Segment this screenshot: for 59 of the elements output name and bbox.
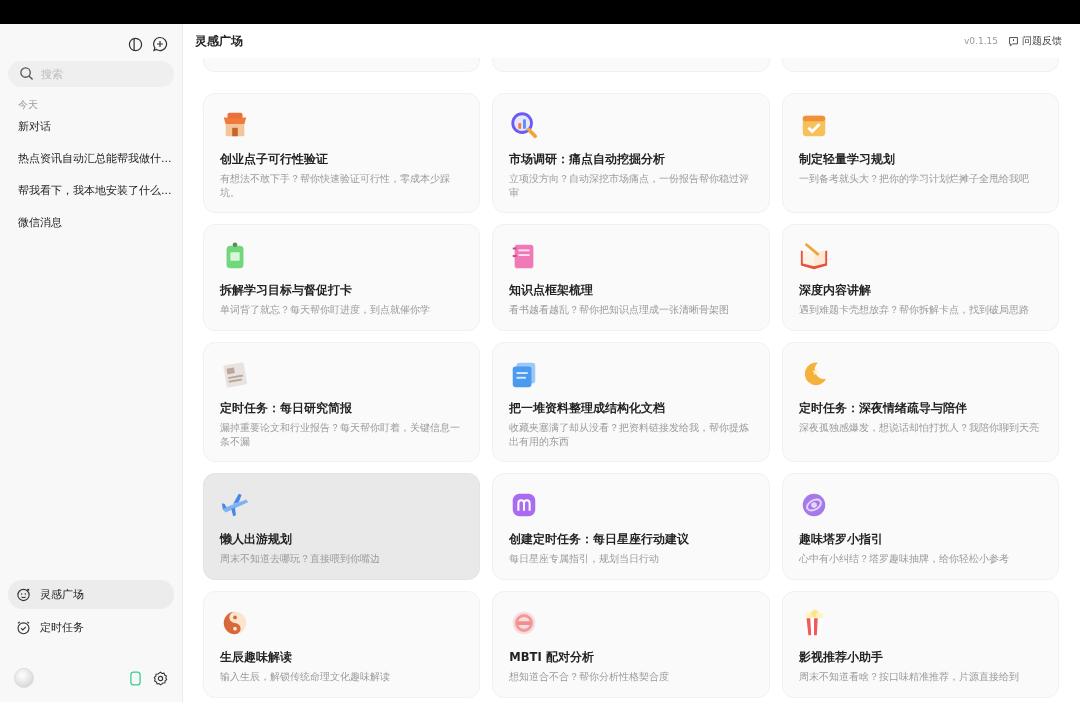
page-title: 灵感广场	[195, 32, 243, 50]
sidebar-toggle-icon[interactable]	[128, 36, 143, 52]
card-description: 单词背了就忘？每天帮你盯进度，到点就催你学	[220, 303, 431, 317]
card-title: 创建定时任务：每日星座行动建议	[509, 531, 691, 548]
prompt-card[interactable]: 创业点子可行性验证 有想法不敢下手？帮你快速验证可行性，零成本少踩坑。	[203, 93, 481, 213]
card-title: 制定轻量学习规划	[798, 151, 896, 168]
prompt-card[interactable]: 懒人出游规划 周末不知道去哪玩？直接喂到你嘴边	[203, 473, 481, 580]
card-title: 创业点子可行性验证	[220, 151, 329, 168]
alarm-clock-icon	[16, 620, 31, 635]
feedback-icon	[1008, 35, 1019, 47]
card-description: 想知道合不合？帮你分析性格契合度	[509, 670, 671, 684]
settings-icon[interactable]	[153, 670, 168, 686]
prompt-card[interactable]: 拆解学习目标与督促打卡 单词背了就忘？每天帮你盯进度，到点就催你学	[203, 224, 481, 331]
card-description: 输入生辰，解锁传统命理文化趣味解读	[220, 670, 391, 684]
prompt-card[interactable]: 趣味塔罗小指引 心中有小纠结？塔罗趣味抽牌，给你轻松小参考	[781, 473, 1059, 580]
card-title: 深度内容讲解	[798, 282, 872, 299]
feedback-link[interactable]: 问题反馈	[1008, 34, 1062, 48]
card-title: 懒人出游规划	[220, 531, 293, 548]
smiley-icon	[16, 587, 31, 602]
card-title: 定时任务：每日研究简报	[220, 400, 353, 417]
card-title: 把一堆资料整理成结构化文档	[509, 400, 667, 417]
chat-item[interactable]: 新对话	[18, 117, 174, 136]
open-book-icon	[798, 241, 829, 271]
nav-item[interactable]: 灵感广场	[8, 580, 174, 609]
magnifier-icon	[509, 110, 540, 140]
card-description: 收藏夹塞满了却从没看？把资料链接发给我，帮你提炼出有用的东西	[509, 421, 751, 449]
chat-item[interactable]: 帮我看下，我本地安装了什么...	[18, 181, 174, 200]
version-label: v0.1.15	[964, 36, 998, 46]
prompt-card[interactable]: MBTI 配对分析 想知道合不合？帮你分析性格契合度	[492, 591, 770, 698]
chat-item[interactable]: 微信消息	[18, 213, 174, 232]
card-title: 知识点框架梳理	[509, 282, 595, 299]
prompt-card[interactable]: 深度内容讲解 遇到难题卡壳想放弃？帮你拆解卡点，找到破局思路	[781, 224, 1059, 331]
prompt-card[interactable]: 定时任务：深夜情绪疏导与陪伴 深夜孤独感爆发，想说话却怕打扰人？我陪你聊到天亮	[781, 342, 1059, 462]
card-title: 生辰趣味解读	[220, 649, 293, 666]
card-description: 心中有小纠结？塔罗趣味抽牌，给你轻松小参考	[798, 552, 1010, 566]
card-description: 周末不知道看啥？按口味精准推荐，片源直接给到	[798, 670, 1020, 684]
search-icon	[19, 66, 34, 81]
card-description: 每日星座专属指引，规划当日行动	[509, 552, 661, 566]
card-title: 影视推荐小助手	[798, 649, 884, 666]
card-description: 周末不知道去哪玩？直接喂到你嘴边	[220, 552, 381, 566]
newspaper-icon	[220, 359, 250, 389]
card-description: 有想法不敢下手？帮你快速验证可行性，零成本少踩坑。	[220, 172, 451, 200]
card-title: 市场调研：痛点自动挖掘分析	[509, 151, 667, 168]
card-description: 立项没方向？自动深挖市场痛点，一份报告帮你稳过评审	[509, 172, 751, 200]
prompt-card[interactable]: 市场调研：痛点自动挖掘分析 立项没方向？自动深挖市场痛点，一份报告帮你稳过评审	[492, 93, 770, 213]
section-heading: 今天	[18, 98, 39, 112]
prompt-card[interactable]: 生辰趣味解读 输入生辰，解锁传统命理文化趣味解读	[203, 591, 481, 698]
new-chat-icon[interactable]	[152, 36, 168, 52]
card-title: 定时任务：深夜情绪疏导与陪伴	[798, 400, 968, 417]
card-title: MBTI 配对分析	[509, 649, 595, 666]
card-description: 遇到难题卡壳想放弃？帮你拆解卡点，找到破局思路	[798, 303, 1030, 317]
prompt-card[interactable]: 影视推荐小助手 周末不知道看啥？按口味精准推荐，片源直接给到	[781, 591, 1059, 698]
nav-item[interactable]: 定时任务	[8, 613, 174, 642]
prompt-card[interactable]: 把一堆资料整理成结构化文档 收藏夹塞满了却从没看？把资料链接发给我，帮你提炼出有用的东西	[492, 342, 770, 462]
prompt-card[interactable]: 创建定时任务：每日星座行动建议 每日星座专属指引，规划当日行动	[492, 473, 770, 580]
chat-item[interactable]: 热点资讯自动汇总能帮我做什...	[18, 149, 174, 168]
card-title: 趣味塔罗小指引	[798, 531, 884, 548]
card-title: 拆解学习目标与督促打卡	[220, 282, 353, 299]
card-description: 深夜孤独感爆发，想说话却怕打扰人？我陪你聊到天亮	[798, 421, 1040, 435]
